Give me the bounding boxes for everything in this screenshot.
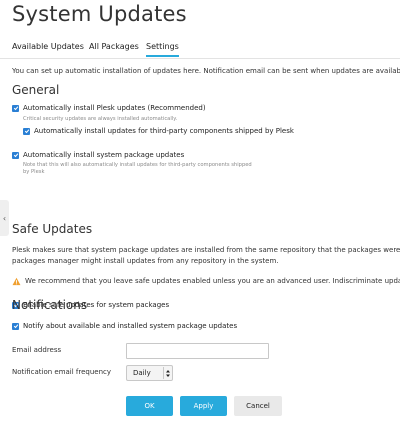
notify-updates-option[interactable]: Notify about available and installed sys… (12, 322, 237, 330)
email-address-input[interactable] (126, 343, 269, 359)
system-package-updates-hint-line2: by Plesk (23, 169, 45, 175)
auto-plesk-updates-hint: Critical security updates are always ins… (23, 116, 178, 122)
email-address-label: Email address (12, 346, 62, 354)
chevron-left-icon: ‹ (2, 213, 7, 223)
auto-plesk-updates-option[interactable]: Automatically install Plesk updates (Rec… (12, 104, 206, 112)
check-icon (24, 129, 29, 134)
safe-updates-warning-text: We recommend that you leave safe updates… (25, 277, 400, 285)
notify-updates-label: Notify about available and installed sys… (23, 322, 238, 330)
warning-icon (12, 277, 21, 286)
check-icon (13, 324, 18, 329)
tab-bar: Available Updates All Packages Settings (0, 38, 400, 59)
notification-frequency-label: Notification email frequency (12, 368, 112, 376)
ok-button[interactable]: OK (126, 396, 173, 416)
third-party-updates-checkbox[interactable] (23, 127, 30, 135)
system-package-updates-checkbox[interactable] (12, 151, 19, 159)
safe-updates-description-line1: Plesk makes sure that system package upd… (12, 246, 400, 254)
apply-button[interactable]: Apply (180, 396, 227, 416)
notifications-heading: Notifications (12, 298, 88, 312)
safe-updates-description-line2: packages manager might install updates f… (12, 257, 279, 265)
tab-available-updates[interactable]: Available Updates (12, 42, 84, 51)
third-party-updates-label: Automatically install updates for third-… (34, 127, 294, 135)
system-package-updates-label: Automatically install system package upd… (23, 151, 185, 159)
third-party-updates-option[interactable]: Automatically install updates for third-… (23, 127, 294, 135)
system-package-updates-hint-line1: Note that this will also automatically i… (23, 162, 252, 168)
auto-plesk-updates-label: Automatically install Plesk updates (Rec… (23, 104, 206, 112)
intro-text: You can set up automatic installation of… (12, 67, 400, 75)
system-package-updates-option[interactable]: Automatically install system package upd… (12, 151, 184, 159)
check-icon (13, 153, 18, 158)
select-arrows-icon (163, 367, 172, 379)
notification-frequency-value: Daily (133, 369, 151, 377)
tab-all-packages[interactable]: All Packages (89, 42, 139, 51)
page-title: System Updates (12, 2, 187, 26)
notification-frequency-select[interactable]: Daily (126, 365, 173, 381)
general-heading: General (12, 83, 60, 97)
cancel-button[interactable]: Cancel (234, 396, 282, 416)
notify-updates-checkbox[interactable] (12, 322, 19, 330)
safe-updates-warning: We recommend that you leave safe updates… (12, 276, 400, 287)
safe-updates-heading: Safe Updates (12, 222, 93, 236)
side-collapse-tab[interactable]: ‹ (0, 200, 9, 236)
auto-plesk-updates-checkbox[interactable] (12, 104, 19, 112)
tab-settings[interactable]: Settings (146, 42, 179, 57)
check-icon (13, 106, 18, 111)
